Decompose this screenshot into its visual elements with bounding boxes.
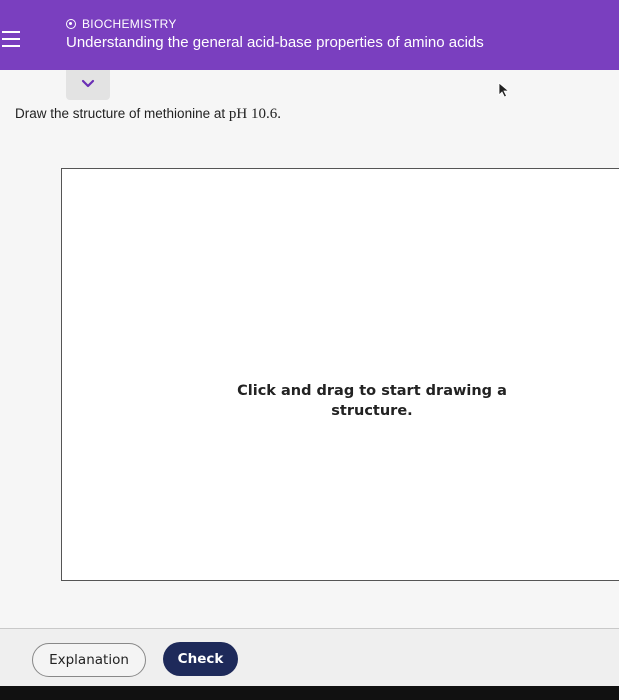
check-button[interactable]: Check bbox=[163, 642, 238, 676]
course-label: BIOCHEMISTRY bbox=[82, 17, 177, 31]
question-text: Draw the structure of methionine at pH 1… bbox=[15, 106, 281, 123]
menu-icon-bar bbox=[2, 45, 20, 47]
course-circle-icon bbox=[66, 19, 76, 29]
mouse-pointer-icon bbox=[498, 82, 510, 98]
menu-icon-bar bbox=[2, 38, 20, 40]
question-ph-value: pH 10.6. bbox=[228, 106, 281, 122]
collapse-header-button[interactable] bbox=[66, 70, 110, 100]
top-header: BIOCHEMISTRY Understanding the general a… bbox=[0, 0, 619, 70]
structure-drawing-canvas[interactable]: Click and drag to start drawing a struct… bbox=[61, 168, 619, 581]
bottom-bar bbox=[0, 686, 619, 700]
question-panel: Draw the structure of methionine at pH 1… bbox=[0, 70, 619, 628]
question-prompt: Draw the structure of methionine at bbox=[15, 106, 229, 121]
course-line: BIOCHEMISTRY bbox=[66, 16, 177, 32]
explanation-button[interactable]: Explanation bbox=[32, 643, 146, 677]
menu-button[interactable] bbox=[2, 28, 24, 48]
canvas-hint: Click and drag to start drawing a struct… bbox=[237, 383, 507, 419]
topic-title: Understanding the general acid-base prop… bbox=[66, 34, 484, 51]
action-footer: Explanation Check bbox=[0, 628, 619, 687]
chevron-down-icon bbox=[81, 79, 95, 88]
menu-icon-bar bbox=[2, 31, 20, 33]
